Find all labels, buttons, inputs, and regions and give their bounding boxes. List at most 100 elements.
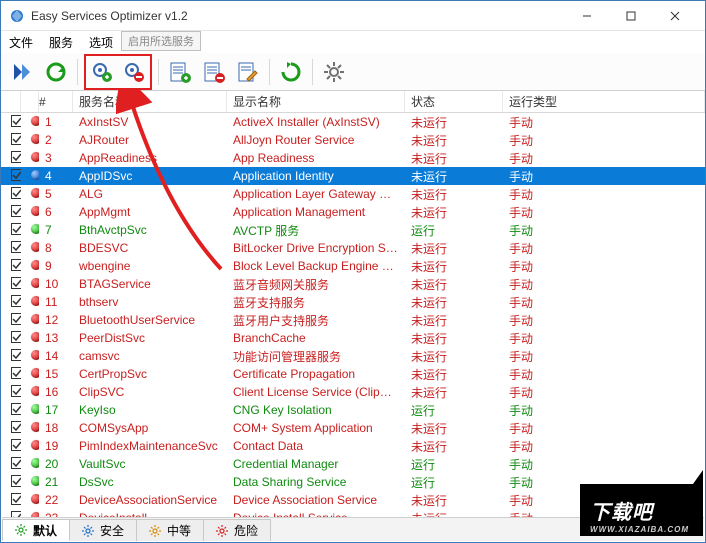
table-row[interactable]: 10BTAGService蓝牙音频网关服务未运行手动 <box>1 275 705 293</box>
col-header-check[interactable] <box>1 91 21 112</box>
tab-2[interactable]: 中等 <box>136 519 204 541</box>
table-row[interactable]: 9wbengineBlock Level Backup Engine Servi… <box>1 257 705 275</box>
tool-refresh-icon[interactable] <box>41 57 71 87</box>
status-dot-icon <box>21 367 39 381</box>
menu-service[interactable]: 服务 <box>49 34 73 51</box>
tool-start-service-icon[interactable] <box>87 57 117 87</box>
table-row[interactable]: 15CertPropSvcCertificate Propagation未运行手… <box>1 365 705 383</box>
table-row[interactable]: 4AppIDSvcApplication Identity未运行手动 <box>1 167 705 185</box>
col-header-start[interactable]: 运行类型 <box>503 91 705 112</box>
table-row[interactable]: 16ClipSVCClient License Service (ClipSVC… <box>1 383 705 401</box>
table-row[interactable]: 19PimIndexMaintenanceSvcContact Data未运行手… <box>1 437 705 455</box>
table-row[interactable]: 8BDESVCBitLocker Drive Encryption Servic… <box>1 239 705 257</box>
row-number: 17 <box>39 403 73 417</box>
tab-0[interactable]: 默认 <box>2 519 70 541</box>
service-list[interactable]: 1AxInstSVActiveX Installer (AxInstSV)未运行… <box>1 113 705 527</box>
minimize-button[interactable] <box>565 2 609 30</box>
start-type: 手动 <box>503 186 705 203</box>
tool-reload-icon[interactable] <box>276 57 306 87</box>
table-row[interactable]: 18COMSysAppCOM+ System Application未运行手动 <box>1 419 705 437</box>
col-header-stat[interactable]: 状态 <box>405 91 503 112</box>
display-name: BranchCache <box>227 331 405 345</box>
row-checkbox[interactable] <box>1 169 21 183</box>
display-name: CNG Key Isolation <box>227 403 405 417</box>
row-checkbox[interactable] <box>1 151 21 165</box>
tab-1[interactable]: 安全 <box>69 519 137 541</box>
display-name: Application Identity <box>227 169 405 183</box>
status-dot-icon <box>21 205 39 219</box>
menu-file[interactable]: 文件 <box>9 34 33 51</box>
service-name: camsvc <box>73 349 227 363</box>
status-dot-icon <box>21 349 39 363</box>
display-name: Block Level Backup Engine Service <box>227 259 405 273</box>
service-name: COMSysApp <box>73 421 227 435</box>
col-header-name[interactable]: 服务名称 <box>73 91 227 112</box>
table-row[interactable]: 12BluetoothUserService蓝牙用户支持服务未运行手动 <box>1 311 705 329</box>
row-checkbox[interactable] <box>1 475 21 489</box>
row-checkbox[interactable] <box>1 313 21 327</box>
status: 未运行 <box>405 294 503 311</box>
row-number: 5 <box>39 187 73 201</box>
col-header-num[interactable]: # <box>39 91 73 112</box>
status: 未运行 <box>405 150 503 167</box>
maximize-button[interactable] <box>609 2 653 30</box>
tool-list-remove-icon[interactable] <box>199 57 229 87</box>
close-button[interactable] <box>653 2 697 30</box>
row-checkbox[interactable] <box>1 205 21 219</box>
tool-stop-service-icon[interactable] <box>119 57 149 87</box>
row-checkbox[interactable] <box>1 367 21 381</box>
row-checkbox[interactable] <box>1 331 21 345</box>
menu-option[interactable]: 选项 <box>89 34 113 51</box>
tab-3[interactable]: 危险 <box>203 519 271 541</box>
row-checkbox[interactable] <box>1 295 21 309</box>
service-name: DeviceAssociationService <box>73 493 227 507</box>
table-row[interactable]: 11bthserv蓝牙支持服务未运行手动 <box>1 293 705 311</box>
row-checkbox[interactable] <box>1 187 21 201</box>
tool-settings-icon[interactable] <box>319 57 349 87</box>
col-header-disp[interactable]: 显示名称 <box>227 91 405 112</box>
service-name: PimIndexMaintenanceSvc <box>73 439 227 453</box>
row-checkbox[interactable] <box>1 493 21 507</box>
table-row[interactable]: 3AppReadinessApp Readiness未运行手动 <box>1 149 705 167</box>
tab-label: 中等 <box>167 522 191 539</box>
status-dot-icon <box>21 115 39 129</box>
table-row[interactable]: 17KeyIsoCNG Key Isolation运行手动 <box>1 401 705 419</box>
row-checkbox[interactable] <box>1 439 21 453</box>
row-checkbox[interactable] <box>1 277 21 291</box>
status: 运行 <box>405 222 503 239</box>
row-checkbox[interactable] <box>1 349 21 363</box>
row-number: 10 <box>39 277 73 291</box>
row-checkbox[interactable] <box>1 241 21 255</box>
table-row[interactable]: 20VaultSvcCredential Manager运行手动 <box>1 455 705 473</box>
table-row[interactable]: 2AJRouterAllJoyn Router Service未运行手动 <box>1 131 705 149</box>
row-checkbox[interactable] <box>1 259 21 273</box>
row-checkbox[interactable] <box>1 115 21 129</box>
display-name: 蓝牙音频网关服务 <box>227 276 405 293</box>
table-row[interactable]: 1AxInstSVActiveX Installer (AxInstSV)未运行… <box>1 113 705 131</box>
tool-apply-icon[interactable] <box>7 57 37 87</box>
table-row[interactable]: 13PeerDistSvcBranchCache未运行手动 <box>1 329 705 347</box>
start-type: 手动 <box>503 456 705 473</box>
row-checkbox[interactable] <box>1 223 21 237</box>
row-checkbox[interactable] <box>1 385 21 399</box>
gear-icon <box>216 525 228 537</box>
start-type: 手动 <box>503 312 705 329</box>
tool-list-add-icon[interactable] <box>165 57 195 87</box>
display-name: Certificate Propagation <box>227 367 405 381</box>
table-row[interactable]: 6AppMgmtApplication Management未运行手动 <box>1 203 705 221</box>
row-checkbox[interactable] <box>1 403 21 417</box>
tool-list-edit-icon[interactable] <box>233 57 263 87</box>
table-row[interactable]: 5ALGApplication Layer Gateway Ser...未运行手… <box>1 185 705 203</box>
row-number: 4 <box>39 169 73 183</box>
status: 运行 <box>405 474 503 491</box>
toolbar-separator <box>77 59 78 85</box>
status: 未运行 <box>405 330 503 347</box>
col-header-dot[interactable] <box>21 91 39 112</box>
row-checkbox[interactable] <box>1 457 21 471</box>
row-checkbox[interactable] <box>1 133 21 147</box>
row-number: 3 <box>39 151 73 165</box>
table-row[interactable]: 14camsvc功能访问管理器服务未运行手动 <box>1 347 705 365</box>
row-checkbox[interactable] <box>1 421 21 435</box>
table-row[interactable]: 7BthAvctpSvcAVCTP 服务运行手动 <box>1 221 705 239</box>
status: 未运行 <box>405 114 503 131</box>
